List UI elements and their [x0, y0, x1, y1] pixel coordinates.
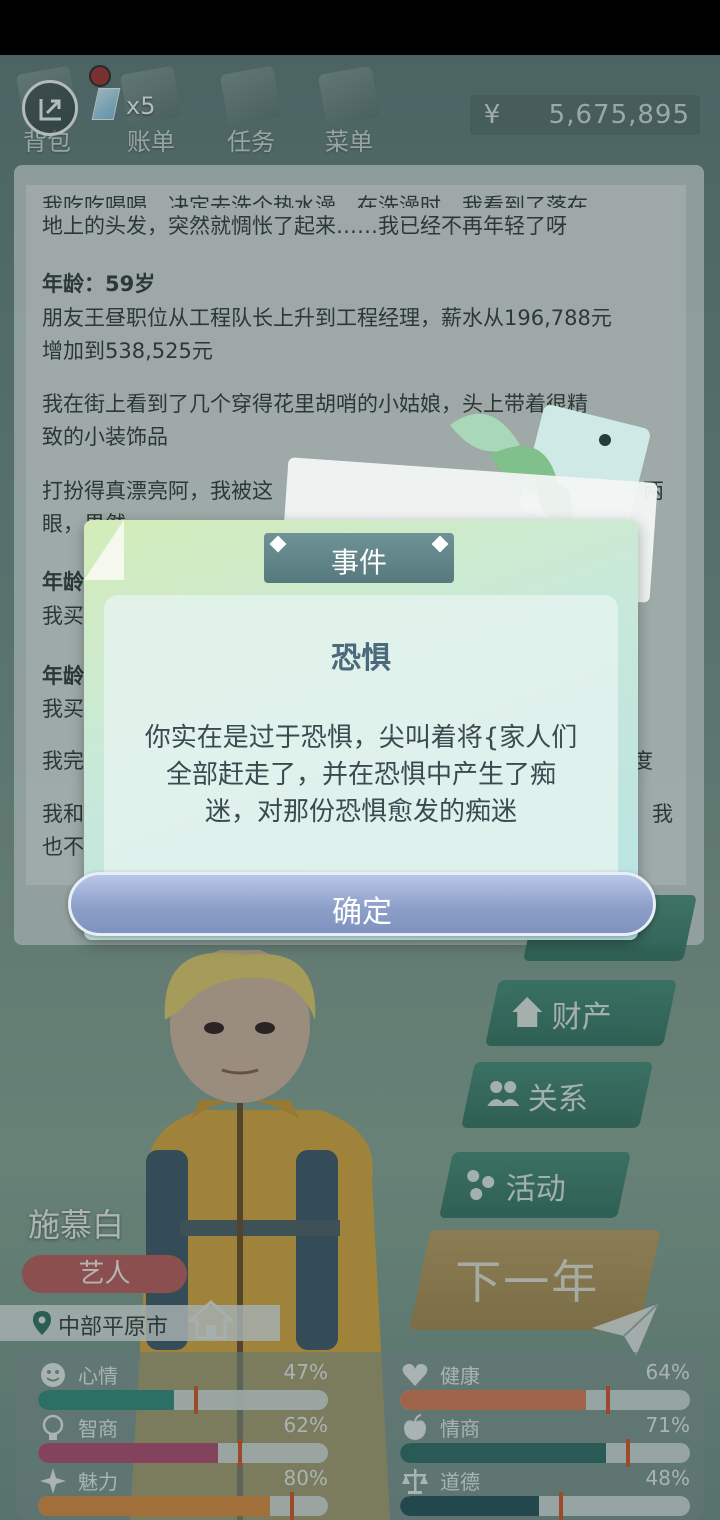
- event-description: 你实在是过于恐惧，尖叫着将{家人们全部赶走了，并在恐惧中产生了痴迷，对那份恐惧愈…: [144, 723, 578, 827]
- status-bar: [0, 0, 720, 55]
- modal-fold: [84, 520, 124, 580]
- event-title: 恐惧: [331, 641, 391, 676]
- modal-header: 事件: [264, 533, 454, 583]
- modal-header-label: 事件: [330, 546, 387, 579]
- confirm-button[interactable]: 确定: [68, 872, 656, 936]
- confirm-label: 确定: [332, 895, 392, 930]
- event-card: 恐惧 你实在是过于恐惧，尖叫着将{家人们全部赶走了，并在恐惧中产生了痴迷，对那份…: [104, 595, 618, 890]
